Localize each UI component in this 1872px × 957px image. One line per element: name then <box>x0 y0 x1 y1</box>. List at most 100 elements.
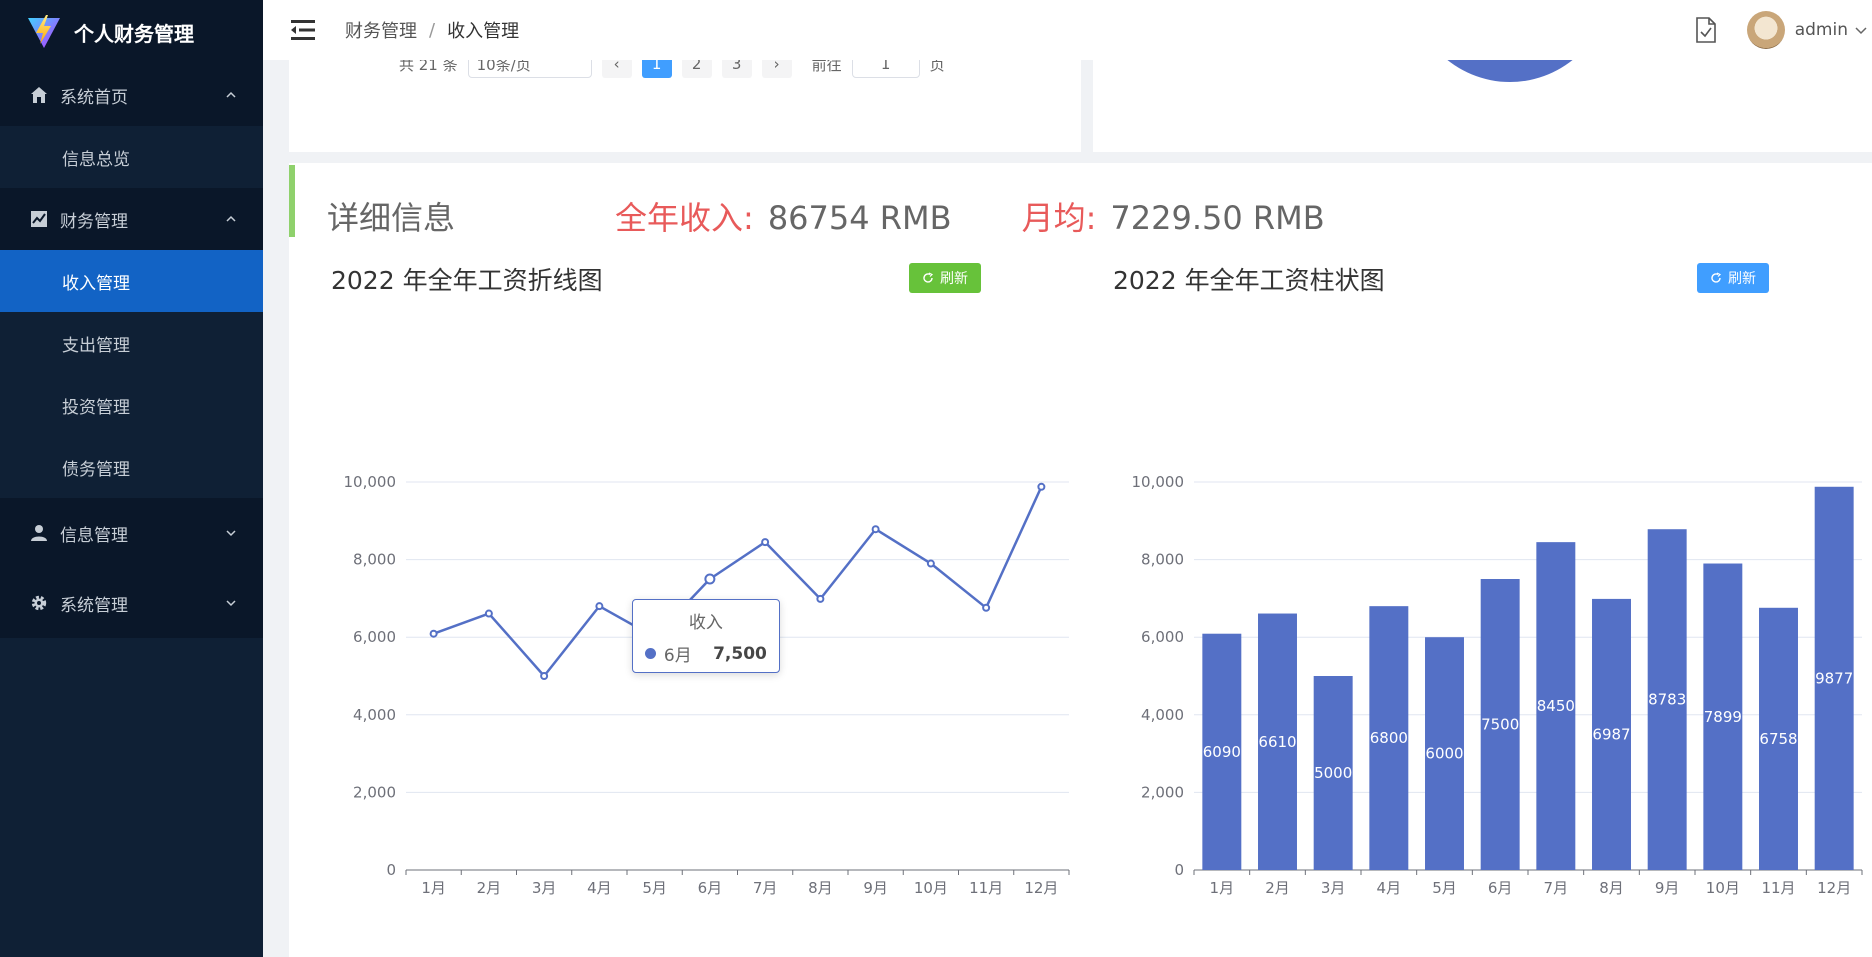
bar-data-label: 8450 <box>1537 697 1575 715</box>
bar-y-tick-label: 4,000 <box>1141 706 1184 724</box>
bar-x-tick-label: 1月 <box>1210 879 1235 897</box>
avatar[interactable] <box>1746 11 1785 49</box>
line-x-tick-label: 3月 <box>532 879 557 897</box>
pie-chart-card <box>1093 60 1872 152</box>
line-chart[interactable]: 0 2,000 4,000 6,000 8,000 10,000 1月 2月 3月 4月 5月 6月 7… <box>289 251 1081 931</box>
goto-input[interactable]: 1 <box>851 60 920 78</box>
sidebar-item-debt[interactable]: 债务管理 <box>0 436 263 498</box>
bar-data-label: 6090 <box>1203 743 1241 761</box>
bar-x-tick-label: 9月 <box>1655 879 1680 897</box>
menu-info[interactable]: 信息管理 <box>0 498 263 568</box>
submenu-finance: 收入管理 支出管理 投资管理 债务管理 <box>0 250 263 498</box>
breadcrumb-separator: / <box>429 19 436 41</box>
chevron-down-icon <box>226 530 236 537</box>
sidebar-item-overview[interactable]: 信息总览 <box>0 126 263 188</box>
monthly-average-label: 月均: <box>1021 199 1097 237</box>
line-point <box>871 525 880 534</box>
menu-finance[interactable]: 财务管理 <box>0 188 263 250</box>
pagination-total: 共 21 条 <box>399 60 458 74</box>
pie-chart-slice <box>1410 60 1610 82</box>
breadcrumb: 财务管理 / 收入管理 <box>345 17 519 43</box>
page-size-value: 10条/页 <box>476 60 531 74</box>
bar-x-tick-label: 11月 <box>1761 879 1795 897</box>
page-suffix: 页 <box>929 60 945 74</box>
bar-data-label: 8783 <box>1648 691 1686 709</box>
page-size-select[interactable]: 10条/页 <box>467 60 592 78</box>
line-x-tick-label: 6月 <box>698 879 723 897</box>
breadcrumb-finance[interactable]: 财务管理 <box>345 17 417 43</box>
menu-group-home: 系统首页 <box>0 64 263 126</box>
sidebar-item-income[interactable]: 收入管理 <box>0 250 263 312</box>
menu-home[interactable]: 系统首页 <box>0 64 263 126</box>
bar-data-label: 7899 <box>1704 708 1742 726</box>
line-x-tick-label: 8月 <box>808 879 833 897</box>
tooltip-month: 6月 <box>663 646 692 666</box>
monthly-average-value: 7229.50 RMB <box>1110 199 1325 237</box>
bar-y-tick-label: 6,000 <box>1141 628 1184 646</box>
line-x-tick-label: 11月 <box>969 879 1003 897</box>
bar-x-tick-label: 2月 <box>1265 879 1290 897</box>
prev-page-button[interactable]: ‹ <box>601 60 632 78</box>
accent-bar <box>289 165 295 237</box>
line-x-tick-label: 10月 <box>914 879 948 897</box>
line-point <box>926 559 935 568</box>
menu-group-info: 信息管理 系统管理 <box>0 498 263 638</box>
bar-data-label: 5000 <box>1314 764 1352 782</box>
line-point <box>540 672 549 680</box>
bar-x-tick-label: 8月 <box>1599 879 1624 897</box>
next-page-button[interactable]: › <box>761 60 792 78</box>
menu-finance-label: 财务管理 <box>60 211 128 232</box>
bar-data-label: 6800 <box>1370 729 1408 747</box>
line-x-tick-label: 7月 <box>753 879 778 897</box>
tooltip-series-dot <box>644 648 656 659</box>
line-x-tick-label: 1月 <box>421 879 446 897</box>
chart-tooltip: 收入 6月 7,500 <box>631 599 780 673</box>
page-2-button[interactable]: 2 <box>681 60 712 78</box>
menu-system-label: 系统管理 <box>60 595 128 616</box>
username[interactable]: admin <box>1795 20 1848 40</box>
tooltip-value: 7,500 <box>713 643 767 664</box>
menu-system[interactable]: 系统管理 <box>0 568 263 638</box>
goto-value: 1 <box>880 60 891 73</box>
bar-chart[interactable]: 0 2,000 4,000 6,000 8,000 10,000 1月 2月 3月 4月 5月 6月 7… <box>1083 251 1872 931</box>
collapse-menu-icon[interactable] <box>291 19 317 41</box>
submenu-home: 信息总览 <box>0 126 263 188</box>
bar-x-tick-label: 10月 <box>1706 879 1740 897</box>
line-y-tick-label: 2,000 <box>353 783 396 801</box>
sidebar-item-investment[interactable]: 投资管理 <box>0 374 263 436</box>
bar-chart-panel: 2022 年全年工资柱状图 刷新 0 2,000 4,000 6,000 8,000 10… <box>1083 251 1872 931</box>
detail-title: 详细信息 <box>327 199 456 237</box>
line-point <box>982 603 991 612</box>
document-check-icon[interactable] <box>1695 17 1717 43</box>
line-point <box>1037 482 1046 491</box>
line-point <box>429 629 438 638</box>
sidebar-item-expense[interactable]: 支出管理 <box>0 312 263 374</box>
bar-data-label: 9877 <box>1815 669 1853 687</box>
brand[interactable]: 个人财务管理 <box>0 0 263 64</box>
header-right: admin <box>1695 0 1872 60</box>
chevron-down-icon[interactable] <box>1854 23 1868 37</box>
bar-data-label: 6610 <box>1258 733 1296 751</box>
user-icon <box>30 524 48 542</box>
bar-y-tick-label: 10,000 <box>1132 473 1185 491</box>
bar-x-tick-label: 12月 <box>1817 879 1851 897</box>
tooltip-title: 收入 <box>688 613 723 633</box>
line-chart-panel: 2022 年全年工资折线图 刷新 0 2,000 4,000 6,000 8,000 10… <box>289 251 1081 931</box>
bar-data-label: 7500 <box>1481 716 1519 734</box>
line-x-tick-label: 5月 <box>642 879 667 897</box>
line-point <box>704 573 716 585</box>
bar-x-tick-label: 7月 <box>1544 879 1569 897</box>
page-1-button[interactable]: 1 <box>641 60 672 78</box>
page-3-button[interactable]: 3 <box>721 60 752 78</box>
line-x-tick-label: 9月 <box>863 879 888 897</box>
line-point <box>484 609 493 618</box>
bar-y-tick-label: 8,000 <box>1141 551 1184 569</box>
bar-x-tick-label: 4月 <box>1377 879 1402 897</box>
bar-y-tick-label: 0 <box>1174 861 1184 879</box>
bar-y-tick-label: 2,000 <box>1141 783 1184 801</box>
line-point <box>761 538 770 547</box>
vite-logo-icon <box>28 15 60 48</box>
chevron-up-icon <box>226 91 236 98</box>
bar-x-tick-label: 6月 <box>1488 879 1513 897</box>
goto-label: 前往 <box>811 60 842 74</box>
